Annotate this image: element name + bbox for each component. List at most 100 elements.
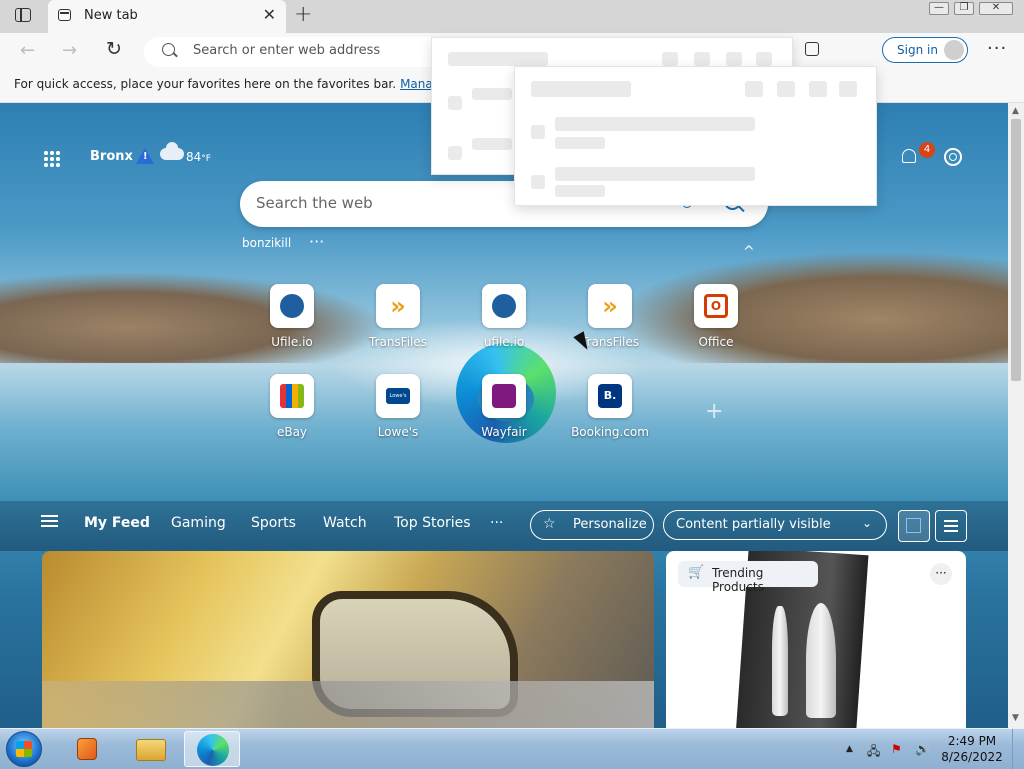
clock-time: 2:49 PM [947, 734, 997, 748]
quick-link-ufile-2[interactable] [482, 284, 526, 328]
weather-alert-icon[interactable]: ! [136, 148, 154, 164]
favorites-message: For quick access, place your favorites h… [14, 77, 478, 91]
taskbar-edge[interactable] [184, 731, 240, 767]
trending-label: Trending Products [712, 566, 764, 594]
taskbar-file-explorer[interactable] [122, 731, 178, 767]
show-hidden-icons-button[interactable]: ▲ [846, 744, 853, 754]
sparkle-icon: ☆ [543, 516, 556, 532]
refresh-icon[interactable]: ↻ [106, 38, 122, 60]
quick-link-label: Wayfair [481, 425, 527, 439]
scroll-down-icon[interactable]: ▼ [1012, 713, 1019, 723]
network-icon[interactable]: 🖧 [867, 742, 880, 763]
tab-new-tab[interactable]: New tab ✕ [48, 0, 286, 33]
sign-in-button[interactable]: Sign in [882, 37, 968, 63]
booking-icon: B. [598, 384, 622, 408]
cloud-icon [160, 142, 184, 160]
feed-tab-top-stories[interactable]: Top Stories [394, 515, 471, 531]
new-tab-page-icon [58, 9, 71, 21]
feed-tab-my-feed[interactable]: My Feed [84, 515, 150, 531]
quick-link-ufile[interactable] [270, 284, 314, 328]
temperature-value: 84 [186, 150, 202, 164]
skeleton-icon [809, 81, 827, 97]
collapse-chevron-icon[interactable]: ^ [743, 244, 755, 260]
feed-card-image[interactable] [42, 551, 654, 728]
knife-image [772, 606, 788, 716]
quick-link-ebay[interactable] [270, 374, 314, 418]
car-body-image [42, 681, 654, 728]
transfiles-icon: » [390, 292, 406, 320]
quick-link-transfiles-2[interactable]: » [588, 284, 632, 328]
scroll-up-icon[interactable]: ▲ [1012, 106, 1019, 116]
tab-title: New tab [84, 8, 138, 23]
system-clock[interactable]: 2:49 PM 8/26/2022 [938, 733, 1006, 765]
gear-icon[interactable] [944, 148, 962, 166]
user-label[interactable]: bonzikill [242, 236, 291, 250]
taskbar-media-player[interactable] [60, 731, 116, 767]
skeleton-line [472, 88, 512, 100]
ufile-icon [492, 294, 516, 318]
maximize-button[interactable]: ❐ [954, 2, 974, 15]
knife-image [806, 603, 836, 718]
close-window-button[interactable]: ✕ [979, 2, 1013, 15]
skeleton-line [555, 117, 755, 131]
skeleton-icon [745, 81, 763, 97]
weather-temperature[interactable]: 84°F [186, 150, 211, 164]
address-placeholder[interactable]: Search or enter web address [193, 43, 380, 58]
quick-link-transfiles[interactable]: » [376, 284, 420, 328]
volume-icon[interactable]: 🔊 [915, 742, 930, 756]
skeleton-line [531, 81, 631, 97]
minimize-button[interactable]: — [929, 2, 949, 15]
weather-location[interactable]: Bronx [90, 149, 133, 164]
feed-card-trending[interactable]: 🛒 Trending Products ··· [666, 551, 966, 728]
wayfair-icon [492, 384, 516, 408]
show-desktop-button[interactable] [1012, 729, 1024, 769]
vertical-scrollbar[interactable]: ▲ ▼ [1008, 103, 1024, 728]
close-tab-icon[interactable]: ✕ [263, 5, 276, 24]
start-button[interactable] [6, 731, 42, 767]
alert-symbol: ! [143, 151, 148, 162]
quick-link-label: TransFiles [368, 335, 428, 349]
app-launcher-icon[interactable] [44, 151, 60, 167]
skeleton-line [555, 185, 605, 197]
list-view-button[interactable] [935, 510, 967, 542]
add-shortcut-button[interactable]: + [705, 399, 723, 424]
tab-actions-icon[interactable] [15, 8, 31, 22]
settings-more-button[interactable]: ··· [987, 38, 1007, 59]
grid-icon [906, 518, 921, 533]
new-tab-button[interactable]: + [294, 2, 312, 27]
trending-products-badge[interactable]: 🛒 Trending Products [678, 561, 818, 594]
content-visibility-dropdown[interactable]: Content partially visible ⌄ [663, 510, 887, 540]
user-more-button[interactable]: ··· [309, 232, 324, 251]
scroll-thumb[interactable] [1011, 119, 1021, 381]
card-more-button[interactable]: ··· [930, 563, 952, 585]
quick-link-lowes[interactable]: Lowe's [376, 374, 420, 418]
personalize-button[interactable]: ☆ Personalize [530, 510, 654, 540]
quick-link-label: eBay [276, 425, 308, 439]
skeleton-line [472, 138, 512, 150]
windows-logo-icon [16, 741, 32, 757]
web-search-input[interactable]: Search the web [256, 194, 373, 212]
skeleton-line [555, 167, 755, 181]
skeleton-icon [756, 52, 772, 66]
quick-link-office[interactable]: O [694, 284, 738, 328]
feed-tab-watch[interactable]: Watch [323, 515, 367, 531]
grid-view-button[interactable] [898, 510, 930, 542]
skeleton-icon [662, 52, 678, 66]
notifications-bell-icon[interactable] [902, 149, 916, 163]
menu-icon[interactable] [41, 520, 58, 522]
quick-link-booking[interactable]: B. [588, 374, 632, 418]
personalize-label: Personalize [573, 517, 647, 532]
quick-link-label: ufile.io [483, 335, 525, 349]
feed-more-button[interactable]: ··· [490, 515, 503, 531]
quick-link-wayfair[interactable] [482, 374, 526, 418]
quick-link-label: Office [698, 335, 734, 349]
skeleton-icon [448, 96, 462, 110]
action-center-icon[interactable]: ⚑ [891, 742, 902, 756]
list-icon [944, 520, 958, 522]
back-icon[interactable]: ← [20, 40, 35, 61]
ufile-icon [280, 294, 304, 318]
collections-icon[interactable] [805, 42, 819, 56]
forward-icon[interactable]: → [62, 40, 77, 61]
feed-tab-gaming[interactable]: Gaming [171, 515, 226, 531]
feed-tab-sports[interactable]: Sports [251, 515, 296, 531]
